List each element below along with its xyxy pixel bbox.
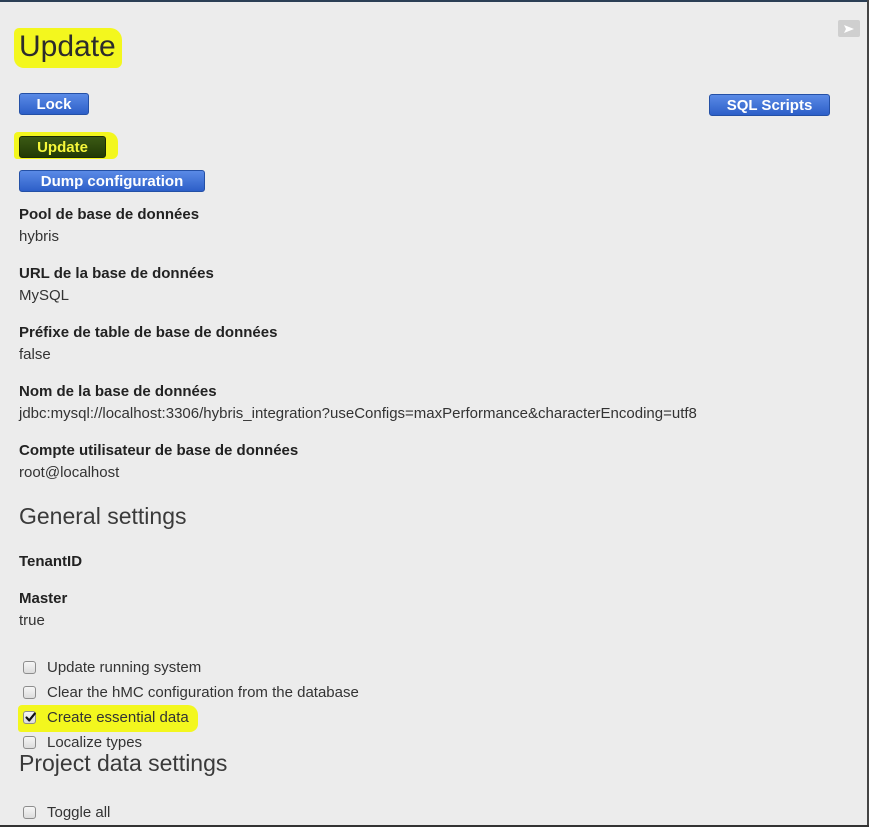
update-running-system-label: Update running system <box>47 658 202 676</box>
localize-types-option[interactable]: Localize types <box>23 732 142 752</box>
update-running-system-option[interactable]: Update running system <box>23 657 201 677</box>
db-user-label: Compte utilisateur de base de données <box>19 442 299 459</box>
project-data-settings-title: Project data settings <box>19 750 228 776</box>
checkmark-icon <box>25 712 36 721</box>
sql-scripts-button[interactable]: SQL Scripts <box>709 94 830 116</box>
toggle-all-option[interactable]: Toggle all <box>23 802 110 822</box>
collapse-panel-button[interactable] <box>838 20 860 37</box>
master-label: Master <box>19 590 68 607</box>
window-top-border <box>0 0 869 2</box>
db-pool-value: hybris <box>19 228 60 245</box>
clear-hmc-configuration-checkbox[interactable] <box>23 685 36 699</box>
db-pool-label: Pool de base de données <box>19 206 200 223</box>
update-running-system-checkbox[interactable] <box>23 660 36 674</box>
db-name-label: Nom de la base de données <box>19 383 217 400</box>
create-essential-data-option[interactable]: Create essential data <box>23 707 189 727</box>
master-value: true <box>19 612 45 629</box>
dump-configuration-button[interactable]: Dump configuration <box>19 170 205 192</box>
create-essential-data-checkbox[interactable] <box>23 710 36 724</box>
page-title: Update <box>14 28 122 68</box>
db-user-value: root@localhost <box>19 464 120 481</box>
toggle-all-checkbox[interactable] <box>23 805 36 819</box>
lock-button[interactable]: Lock <box>19 93 89 115</box>
toggle-all-label: Toggle all <box>47 803 111 821</box>
db-url-value: MySQL <box>19 287 70 304</box>
localize-types-label: Localize types <box>47 733 143 751</box>
db-url-label: URL de la base de données <box>19 265 214 282</box>
db-prefix-label: Préfixe de table de base de données <box>19 324 278 341</box>
db-name-value: jdbc:mysql://localhost:3306/hybris_integ… <box>19 405 697 422</box>
general-settings-title: General settings <box>19 503 187 529</box>
tenant-id-label: TenantID <box>19 553 83 570</box>
localize-types-checkbox[interactable] <box>23 735 36 749</box>
clear-hmc-configuration-option[interactable]: Clear the hMC configuration from the dat… <box>23 682 359 702</box>
triangle-right-icon <box>844 24 854 33</box>
create-essential-data-label: Create essential data <box>47 708 189 726</box>
update-button[interactable]: Update <box>19 136 106 158</box>
db-prefix-value: false <box>19 346 51 363</box>
clear-hmc-configuration-label: Clear the hMC configuration from the dat… <box>47 683 359 701</box>
